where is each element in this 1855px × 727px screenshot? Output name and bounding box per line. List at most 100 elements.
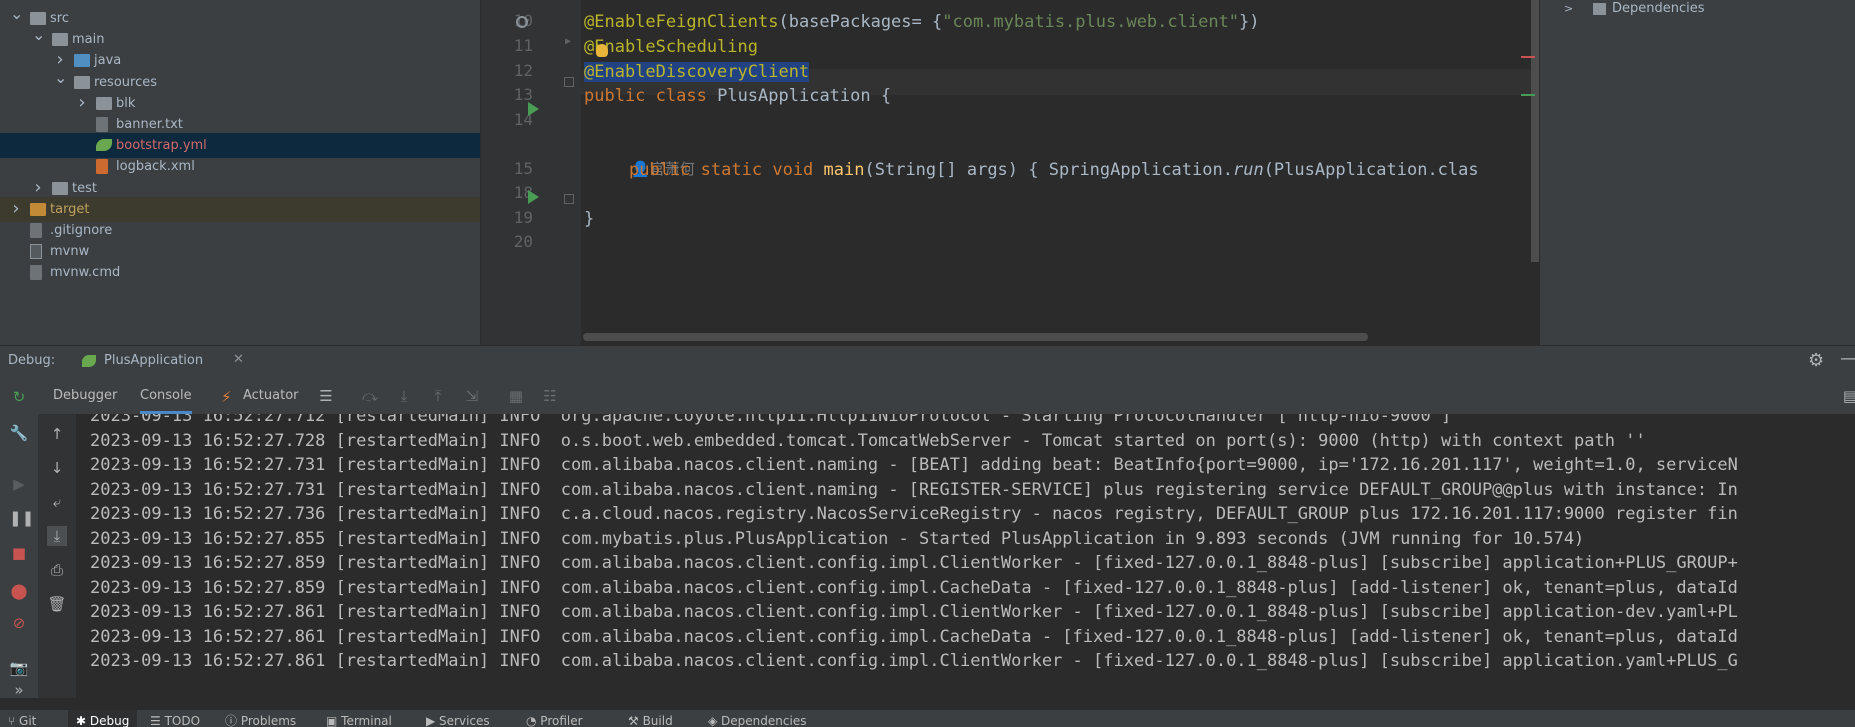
code-text: { SpringApplication. [1018, 160, 1233, 180]
services-tool-button[interactable]: ▶ Services [426, 710, 490, 727]
arrow-up-icon[interactable]: ↑ [47, 424, 67, 444]
console-output[interactable]: 2023-09-13 16:52:27.712 [restartedMain] … [76, 414, 1855, 698]
build-tool-button[interactable]: ⚒ Build [628, 710, 673, 727]
rerun-icon[interactable]: ↻ [9, 387, 29, 407]
debug-label: Debug: [8, 353, 56, 368]
class-name: PlusApplication { [706, 86, 892, 106]
scroll-to-end-icon[interactable]: ⤓ [47, 526, 67, 546]
list-icon: ☰ [150, 714, 165, 727]
log-line: 2023-09-13 16:52:27.855 [restartedMain] … [90, 529, 1585, 549]
close-icon[interactable]: ✕ [233, 352, 244, 367]
step-over-icon[interactable]: ⤼ [360, 386, 380, 406]
profiler-tool-button[interactable]: ◔ Profiler [526, 710, 583, 727]
log-line: 2023-09-13 16:52:27.728 [restartedMain] … [90, 431, 1646, 451]
print-icon[interactable]: ⎙ [47, 560, 67, 580]
chevron-right-icon[interactable]: › [32, 176, 44, 199]
chevron-down-icon[interactable]: ⌄ [32, 27, 45, 43]
project-tree-item[interactable]: mvnw.cmd [0, 260, 480, 285]
editor-vertical-scrollbar[interactable] [1531, 0, 1539, 262]
tab-console[interactable]: Console [140, 378, 192, 414]
mute-breakpoints-icon[interactable]: ⊘ [9, 613, 29, 633]
annotation: @EnableFeignClients [584, 12, 779, 32]
change-stripe-marker[interactable] [1521, 94, 1535, 96]
tab-actuator[interactable]: Actuator [243, 378, 299, 414]
stop-icon[interactable]: ■ [9, 543, 29, 563]
tab-debugger[interactable]: Debugger [53, 378, 117, 414]
log-line: 2023-09-13 16:52:27.736 [restartedMain] … [90, 504, 1738, 524]
error-stripe-marker[interactable] [1521, 56, 1535, 58]
play-icon: ▶ [426, 714, 440, 727]
session-tab[interactable]: PlusApplication [104, 353, 203, 368]
step-into-icon[interactable]: ⤓ [394, 386, 414, 406]
log-line: 2023-09-13 16:52:27.861 [restartedMain] … [90, 602, 1738, 622]
problems-tool-button[interactable]: ⓘ Problems [225, 710, 296, 727]
editor-horizontal-scrollbar[interactable] [583, 333, 1368, 341]
dependencies-label: Dependencies [721, 714, 807, 727]
trash-icon[interactable]: 🗑 [47, 594, 67, 614]
resume-icon[interactable]: ▶ [9, 474, 29, 494]
excluded-folder-icon [30, 202, 46, 216]
debug-tool-button[interactable]: ✱ Debug [68, 710, 138, 727]
run-gutter-icon[interactable] [528, 190, 539, 204]
code-editor[interactable]: 10 11 12 13 14 15 18 19 20 ▶ @EnableFeig… [481, 0, 1539, 345]
dependencies-node[interactable]: Dependencies [1612, 0, 1705, 18]
tool-window-bar: ⑂ Git ✱ Debug ☰ TODO ⓘ Problems ▣ Termin… [0, 710, 1855, 727]
code-line[interactable]: @EnableDiscoveryClient [584, 62, 810, 82]
bean-icon[interactable] [516, 16, 528, 28]
fold-marker-icon[interactable] [564, 194, 574, 204]
git-tool-button[interactable]: ⑂ Git [8, 710, 36, 727]
menu-icon[interactable]: ☰ [316, 386, 336, 406]
line-number: 15 [513, 159, 533, 178]
log-line: 2023-09-13 16:52:27.731 [restartedMain] … [90, 480, 1738, 500]
fold-arrow-icon[interactable]: ▶ [565, 36, 571, 47]
folder-icon [52, 181, 68, 195]
chevron-right-icon[interactable]: › [10, 197, 22, 220]
todo-label: TODO [164, 714, 201, 727]
code-line[interactable]: @EnableFeignClients(basePackages= {"com.… [584, 12, 1260, 32]
dependencies-tool-button[interactable]: ◈ Dependencies [708, 710, 806, 727]
folder-icon [30, 12, 46, 25]
text-file-icon [30, 265, 42, 281]
console-toolbar: ↑ ↓ ⤶ ⤓ ⎙ 🗑 [38, 414, 76, 698]
terminal-label: Terminal [341, 714, 392, 727]
code-line[interactable]: public class PlusApplication { [584, 86, 891, 106]
profiler-icon: ◔ [526, 714, 541, 727]
evaluate-icon[interactable]: ▦ [506, 386, 526, 406]
pause-icon[interactable]: ❚❚ [9, 508, 34, 528]
profiler-label: Profiler [540, 714, 583, 727]
camera-icon[interactable]: 📷 [9, 658, 29, 678]
code-text: (basePackages= { [778, 12, 943, 32]
log-line: 2023-09-13 16:52:27.712 [restartedMain] … [90, 414, 1452, 426]
run-gutter-icon[interactable] [528, 102, 539, 116]
debug-tool-label: Debug [89, 714, 130, 727]
bug-icon: ✱ [76, 714, 90, 727]
gear-icon[interactable]: ⚙ [1808, 350, 1824, 371]
code-line[interactable]: @EnableScheduling [584, 37, 758, 57]
code-line[interactable]: } [584, 209, 594, 229]
git-label: Git [19, 714, 37, 727]
hammer-icon: ⚒ [628, 714, 643, 727]
chevron-right-icon[interactable]: › [76, 91, 88, 114]
folder-icon [96, 96, 112, 110]
chevron-right-icon[interactable]: > [1564, 0, 1573, 18]
chevron-down-icon[interactable]: ⌄ [10, 6, 23, 22]
intention-bulb-icon[interactable] [596, 44, 608, 57]
code-line[interactable]: public static void main(String[] args) {… [629, 160, 1479, 180]
arrow-down-icon[interactable]: ↓ [47, 458, 67, 478]
fold-marker-icon[interactable] [564, 77, 574, 87]
step-out-icon[interactable]: ⤒ [428, 386, 448, 406]
soft-wrap-icon[interactable]: ⤶ [47, 492, 67, 512]
layout-icon[interactable]: ▤ [1840, 386, 1855, 406]
minimize-icon[interactable]: — [1840, 348, 1855, 369]
keyword: void [772, 160, 814, 180]
terminal-tool-button[interactable]: ▣ Terminal [326, 710, 392, 727]
run-to-cursor-icon[interactable]: ⇲ [462, 386, 482, 406]
todo-tool-button[interactable]: ☰ TODO [150, 710, 200, 727]
breakpoints-icon[interactable]: ⬤ [9, 581, 29, 601]
trace-icon[interactable]: ☷ [540, 386, 560, 406]
spring-leaf-icon [82, 355, 96, 367]
code-text: }) [1239, 12, 1260, 32]
more-icon[interactable]: » [9, 680, 29, 700]
wrench-icon[interactable]: 🔧 [9, 423, 29, 443]
chevron-down-icon[interactable]: ⌄ [54, 69, 67, 86]
